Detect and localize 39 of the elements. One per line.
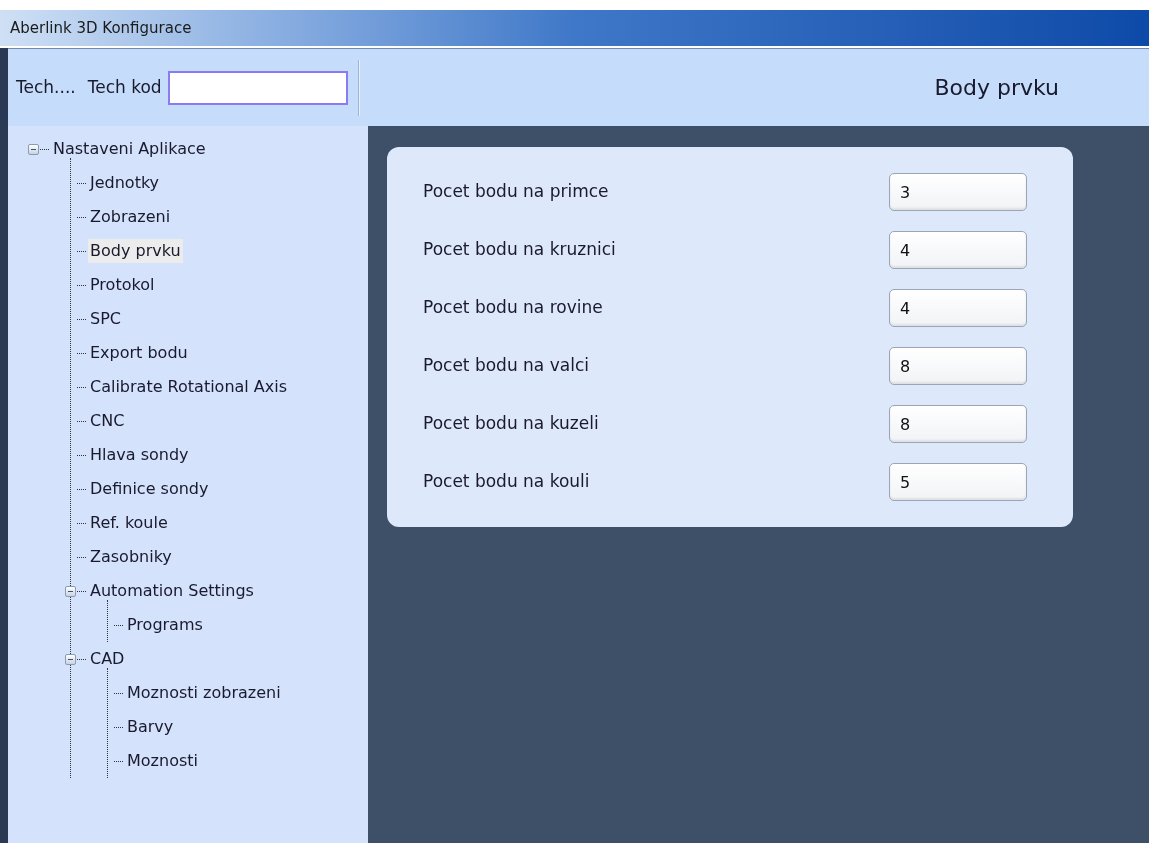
tech-label: Tech.... [16, 75, 76, 99]
tree-item[interactable]: Hlava sondy [88, 443, 191, 467]
tree-item[interactable]: CNC [88, 409, 127, 433]
window-title: Aberlink 3D Konfigurace [10, 17, 192, 39]
tree-item[interactable]: CAD [88, 647, 127, 671]
number-field[interactable]: 4 [889, 231, 1027, 269]
tree-item[interactable]: Nastaveni Aplikace [51, 137, 208, 161]
number-field[interactable]: 8 [889, 405, 1027, 443]
collapse-icon[interactable] [28, 143, 39, 155]
number-field[interactable]: 5 [889, 463, 1027, 501]
tree-item[interactable]: Jednotky [88, 171, 162, 195]
tree-item[interactable]: Zobrazeni [88, 205, 173, 229]
collapse-icon[interactable] [65, 653, 76, 665]
tree-item[interactable]: Automation Settings [88, 579, 256, 603]
number-field[interactable]: 8 [889, 347, 1027, 385]
page-title: Body prvku [934, 74, 1059, 102]
number-field[interactable]: 4 [889, 289, 1027, 327]
number-field[interactable]: 3 [889, 173, 1027, 211]
tree-item[interactable]: Zasobniky [88, 545, 174, 569]
tree-item[interactable]: Barvy [125, 715, 176, 739]
field-label: Pocet bodu na rovine [423, 296, 604, 320]
tree-item[interactable]: Export bodu [88, 341, 190, 365]
field-label: Pocet bodu na kuzeli [423, 412, 600, 436]
tech-code-field[interactable] [167, 70, 348, 105]
tree-item[interactable]: Body prvku [88, 239, 183, 263]
tree-item[interactable]: Moznosti [125, 749, 200, 773]
tree-item[interactable]: Protokol [88, 273, 157, 297]
tree-item[interactable]: Definice sondy [88, 477, 211, 501]
tree-item[interactable]: Moznosti zobrazeni [125, 681, 283, 705]
tree-item[interactable]: Calibrate Rotational Axis [88, 375, 290, 399]
field-label: Pocet bodu na primce [423, 180, 610, 204]
field-label: Pocet bodu na kouli [423, 470, 591, 494]
field-label: Pocet bodu na kruznici [423, 238, 617, 262]
tree-item[interactable]: Programs [125, 613, 205, 637]
collapse-icon[interactable] [65, 585, 76, 597]
tree-item[interactable]: Ref. koule [88, 511, 170, 535]
tech-code-label: Tech kod [87, 75, 162, 99]
field-label: Pocet bodu na valci [423, 354, 590, 378]
tree-item[interactable]: SPC [88, 307, 123, 331]
